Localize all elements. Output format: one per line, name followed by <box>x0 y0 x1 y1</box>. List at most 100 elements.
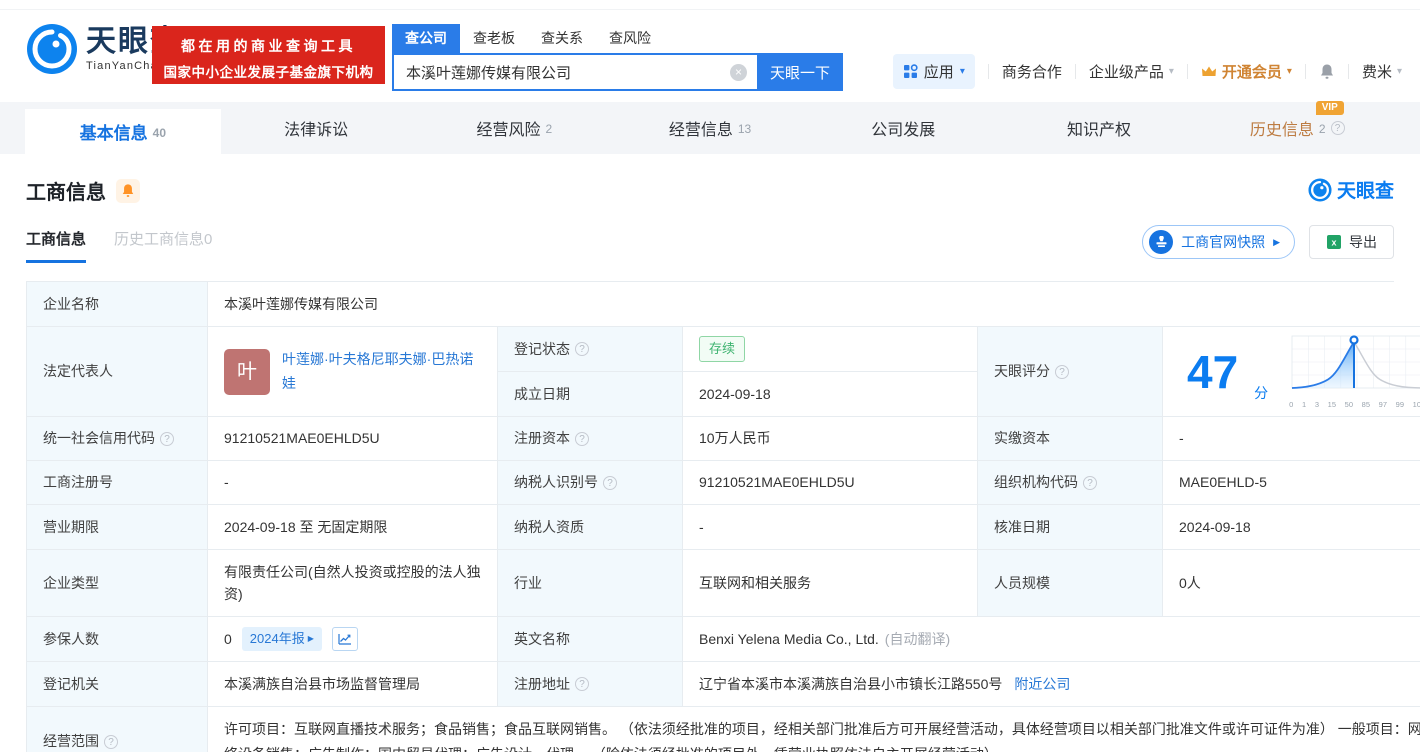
field-industry-label: 行业 <box>497 549 682 616</box>
vip-badge: VIP <box>1315 101 1344 115</box>
search-tab-boss[interactable]: 查老板 <box>460 24 528 53</box>
field-reg-status-value: 存续 <box>682 326 977 371</box>
score-number: 47 <box>1187 345 1239 398</box>
field-staff-size-label: 人员规模 <box>977 549 1162 616</box>
score-distribution-chart: 0131550859799100 <box>1288 332 1420 411</box>
field-establish-date-label: 成立日期 <box>497 371 682 416</box>
field-reg-authority-value: 本溪满族自治县市场监督管理局 <box>207 661 497 706</box>
field-company-name-label: 企业名称 <box>27 282 207 326</box>
official-snapshot-button[interactable]: 工商官网快照 ▶ <box>1142 225 1295 259</box>
export-button[interactable]: x 导出 <box>1309 225 1394 259</box>
chevron-down-icon: ▾ <box>1396 66 1402 77</box>
field-business-term-value: 2024-09-18 至 无固定期限 <box>207 504 497 549</box>
crown-icon <box>1201 66 1216 76</box>
promo-banner: 都在用的商业查询工具 国家中小企业发展子基金旗下机构 <box>152 26 385 84</box>
help-icon[interactable]: ? <box>160 431 174 446</box>
nav-tab-operating-risk[interactable]: 经营风险 2 <box>416 102 612 154</box>
help-icon[interactable]: ? <box>575 342 589 356</box>
subtab-business-info[interactable]: 工商信息 <box>26 228 87 263</box>
field-score-label: 天眼评分? <box>977 326 1162 416</box>
menu-cooperation[interactable]: 商务合作 <box>1002 61 1062 82</box>
tianyancha-watermark-icon <box>1308 177 1332 202</box>
help-icon[interactable]: ? <box>575 677 589 691</box>
field-industry-value: 互联网和相关服务 <box>682 549 977 616</box>
auto-translate-note: (自动翻译) <box>884 630 951 647</box>
search-area: 查公司 查老板 查关系 查风险 × 天眼一下 <box>392 24 843 91</box>
menu-divider <box>1074 64 1076 79</box>
help-icon[interactable]: ? <box>1083 475 1097 490</box>
help-icon[interactable]: ? <box>104 734 118 749</box>
help-icon[interactable]: ? <box>1330 121 1345 135</box>
legal-rep-link[interactable]: 叶莲娜·叶夫格尼耶夫娜·巴热诺娃 <box>282 348 481 396</box>
search-tab-relation[interactable]: 查关系 <box>528 24 596 53</box>
subtab-history-business-info[interactable]: 历史工商信息0 <box>114 228 212 263</box>
search-input[interactable] <box>392 53 757 91</box>
field-company-type-value: 有限责任公司(自然人投资或控股的法人独资) <box>207 549 497 616</box>
arrow-right-icon: ▶ <box>1273 236 1280 247</box>
apps-label: 应用 <box>923 64 954 81</box>
apps-menu[interactable]: 应用 ▾ <box>892 54 975 89</box>
site-header: 天眼查 TianYanCha.com 都在用的商业查询工具 国家中小企业发展子基… <box>0 10 1420 94</box>
business-info-table: 企业名称 本溪叶莲娜传媒有限公司 法定代表人 叶 叶莲娜·叶夫格尼耶夫娜·巴热诺… <box>26 281 1420 752</box>
stamp-icon <box>1149 230 1174 254</box>
field-reg-capital-label: 注册资本? <box>497 416 682 460</box>
search-tabs: 查公司 查老板 查关系 查风险 <box>392 24 843 53</box>
company-nav-tabs: 基本信息 40 法律诉讼 经营风险 2 经营信息 13 公司发展 知识产权 历史信息 … <box>0 101 1420 154</box>
status-badge: 存续 <box>699 335 746 363</box>
menu-divider <box>1186 64 1188 79</box>
field-score-value: 47 分 0 1 3 15 50 85 97 99 10 <box>1162 326 1420 416</box>
field-taxpayer-qualification-value: - <box>682 504 977 549</box>
field-insured-count-value: 0 2024年报 ▶ <box>207 616 497 661</box>
field-reg-address-value: 辽宁省本溪市本溪满族自治县小市镇长江路550号 附近公司 <box>682 661 1420 706</box>
search-button[interactable]: 天眼一下 <box>757 53 843 91</box>
field-paid-capital-value: - <box>1162 416 1420 460</box>
monitor-bell-icon[interactable] <box>116 178 140 203</box>
field-company-type-label: 企业类型 <box>27 549 207 616</box>
svg-text:x: x <box>1331 238 1336 248</box>
menu-user[interactable]: 费米 ▾ <box>1362 61 1402 82</box>
search-tab-risk[interactable]: 查风险 <box>596 24 664 53</box>
field-english-name-value: Benxi Yelena Media Co., Ltd. (自动翻译) <box>682 616 1420 661</box>
menu-divider <box>987 64 989 79</box>
field-business-scope-label: 经营范围? <box>27 706 207 752</box>
nav-tab-business-info[interactable]: 经营信息 13 <box>612 102 808 154</box>
search-tab-company[interactable]: 查公司 <box>392 24 460 53</box>
nav-tab-company-development[interactable]: 公司发展 <box>808 102 1004 154</box>
field-legal-rep-value: 叶 叶莲娜·叶夫格尼耶夫娜·巴热诺娃 <box>207 326 497 416</box>
tianyancha-watermark: 天眼查 <box>1308 176 1394 203</box>
arrow-right-icon: ▶ <box>307 633 314 643</box>
field-org-code-label: 组织机构代码? <box>977 460 1162 504</box>
field-credit-code-label: 统一社会信用代码? <box>27 416 207 460</box>
chevron-down-icon: ▾ <box>1286 66 1292 77</box>
field-business-term-label: 营业期限 <box>27 504 207 549</box>
field-reg-status-label: 登记状态? <box>497 326 682 371</box>
field-credit-code-value: 91210521MAE0EHLD5U <box>207 416 497 460</box>
field-approval-date-value: 2024-09-18 <box>1162 504 1420 549</box>
field-reg-authority-label: 登记机关 <box>27 661 207 706</box>
promo-line1: 都在用的商业查询工具 <box>181 38 356 54</box>
legal-rep-avatar[interactable]: 叶 <box>224 348 270 395</box>
notification-bell-icon[interactable] <box>1319 63 1335 80</box>
top-divider <box>0 0 1420 10</box>
tianyancha-logo-icon <box>27 24 77 74</box>
menu-membership[interactable]: 开通会员 ▾ <box>1201 61 1292 82</box>
nav-tab-legal[interactable]: 法律诉讼 <box>221 102 417 154</box>
trend-chart-button[interactable] <box>331 627 358 651</box>
field-reg-number-value: - <box>207 460 497 504</box>
field-establish-date-value: 2024-09-18 <box>682 371 977 416</box>
excel-icon: x <box>1327 235 1341 249</box>
grid-apps-icon <box>903 64 918 78</box>
annual-report-link[interactable]: 2024年报 ▶ <box>241 626 322 652</box>
menu-divider <box>1347 64 1349 79</box>
help-icon[interactable]: ? <box>603 475 617 490</box>
nav-tab-basic-info[interactable]: 基本信息 40 <box>25 109 221 154</box>
promo-line2: 国家中小企业发展子基金旗下机构 <box>163 65 374 80</box>
help-icon[interactable]: ? <box>1055 364 1069 379</box>
clear-input-icon[interactable]: × <box>730 64 747 81</box>
nav-tab-history-info[interactable]: 历史信息 VIP 2 ? <box>1199 101 1395 154</box>
nearby-companies-link[interactable]: 附近公司 <box>1014 673 1070 695</box>
nav-tab-intellectual-property[interactable]: 知识产权 <box>1004 102 1200 154</box>
field-taxpayer-id-value: 91210521MAE0EHLD5U <box>682 460 977 504</box>
help-icon[interactable]: ? <box>575 431 589 446</box>
menu-enterprise[interactable]: 企业级产品 ▾ <box>1089 61 1174 82</box>
